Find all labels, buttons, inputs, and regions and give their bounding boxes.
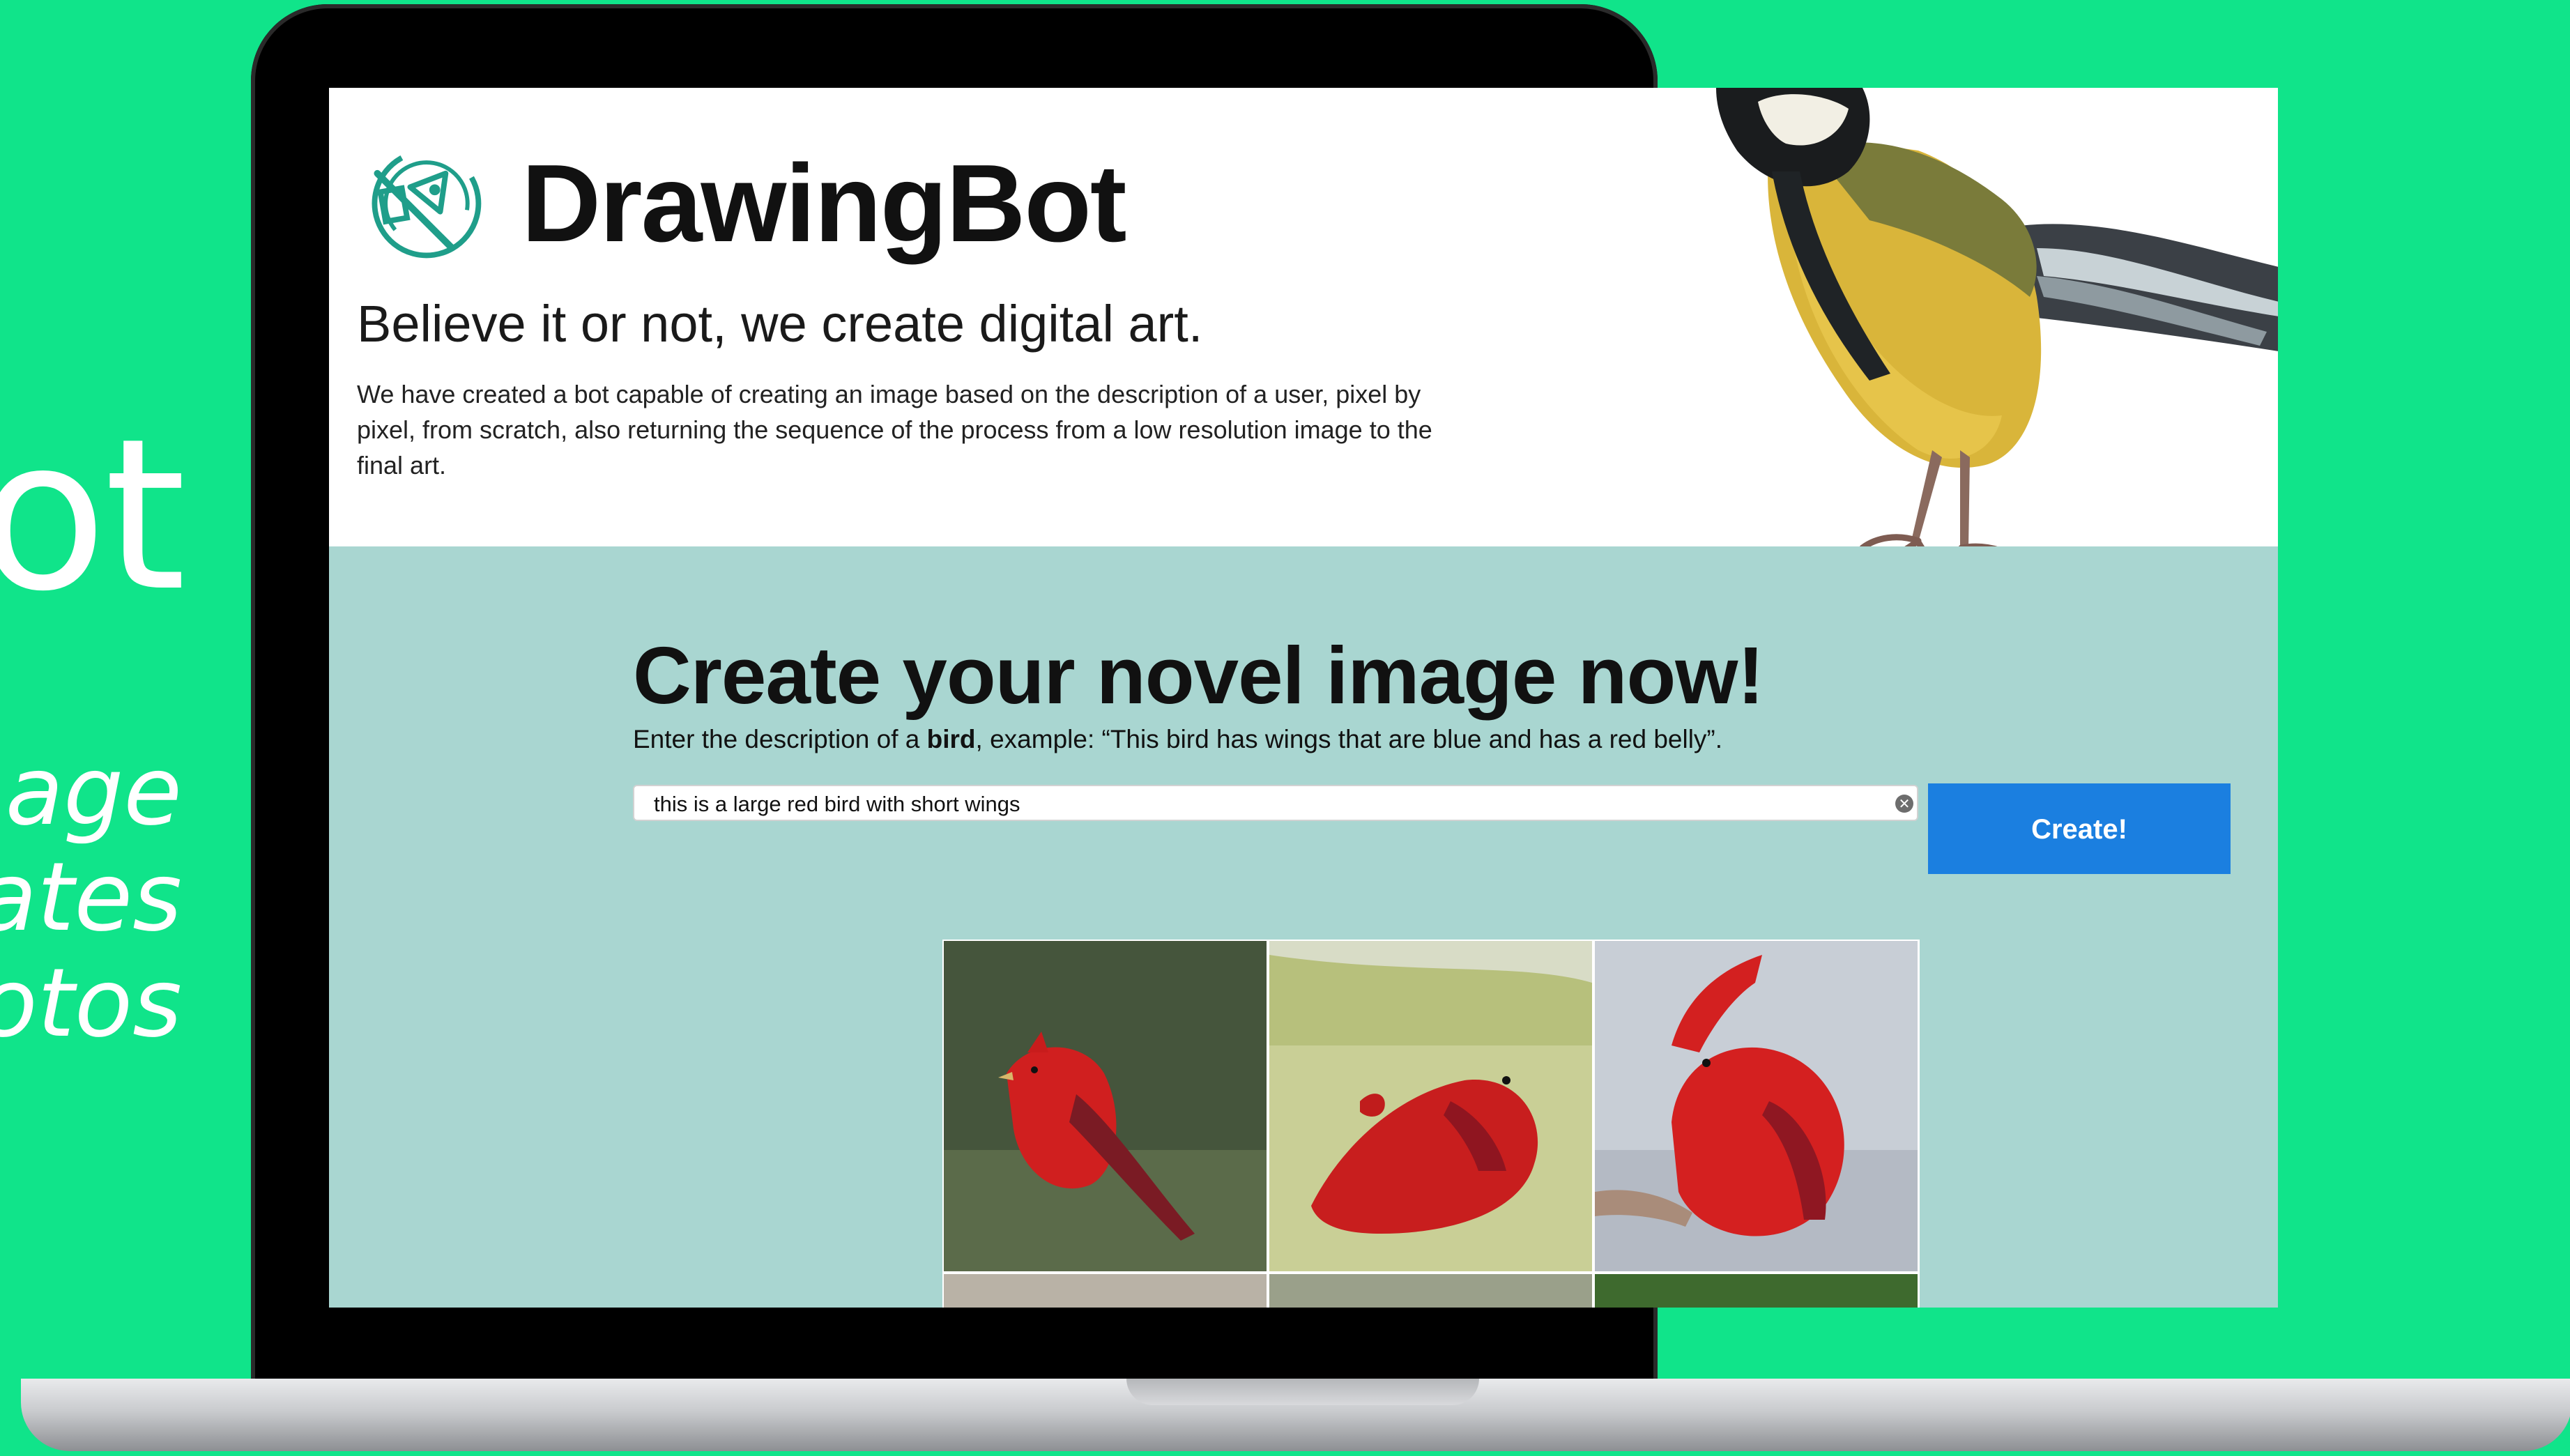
brand-title: DrawingBot [521, 142, 1127, 265]
laptop-notch [1126, 1379, 1479, 1405]
description-bold-word: bird [926, 725, 976, 753]
gallery-image[interactable] [1269, 941, 1592, 1271]
hero-intro: We have created a bot capable of creatin… [357, 380, 1432, 480]
gallery-image[interactable] [1595, 1274, 1918, 1308]
create-description: Enter the description of a bird, example… [633, 725, 1722, 754]
description-input[interactable]: this is a large red bird with short wing… [633, 785, 1918, 821]
gallery-image[interactable] [1269, 1274, 1592, 1308]
create-button[interactable]: Create! [1928, 783, 2231, 874]
create-section: Create your novel image now! Enter the d… [329, 546, 2278, 1308]
promo-tagline: age ates otos [0, 739, 182, 1057]
promo-tagline-line: otos [0, 949, 182, 1059]
gallery-image[interactable] [944, 941, 1267, 1271]
generated-image-gallery [942, 940, 1920, 1308]
promo-tagline-line: ates [0, 843, 182, 953]
description-suffix: , example: “This bird has wings that are… [975, 725, 1723, 753]
hero-section: DrawingBot Believe it or not, we create … [329, 88, 2278, 601]
clear-input-icon[interactable]: ✕ [1895, 795, 1913, 813]
gallery-image[interactable] [1595, 941, 1918, 1271]
laptop-screen: DrawingBot Believe it or not, we create … [329, 88, 2278, 1308]
create-heading: Create your novel image now! [633, 630, 1764, 721]
hero-tagline: Believe it or not, we create digital art… [357, 295, 1203, 353]
gallery-image[interactable] [944, 1274, 1267, 1308]
drawingbot-logo-icon [372, 148, 482, 259]
promo-tagline-line: age [5, 737, 182, 847]
promo-title-fragment: ot [0, 394, 186, 637]
description-prefix: Enter the description of a [633, 725, 927, 753]
